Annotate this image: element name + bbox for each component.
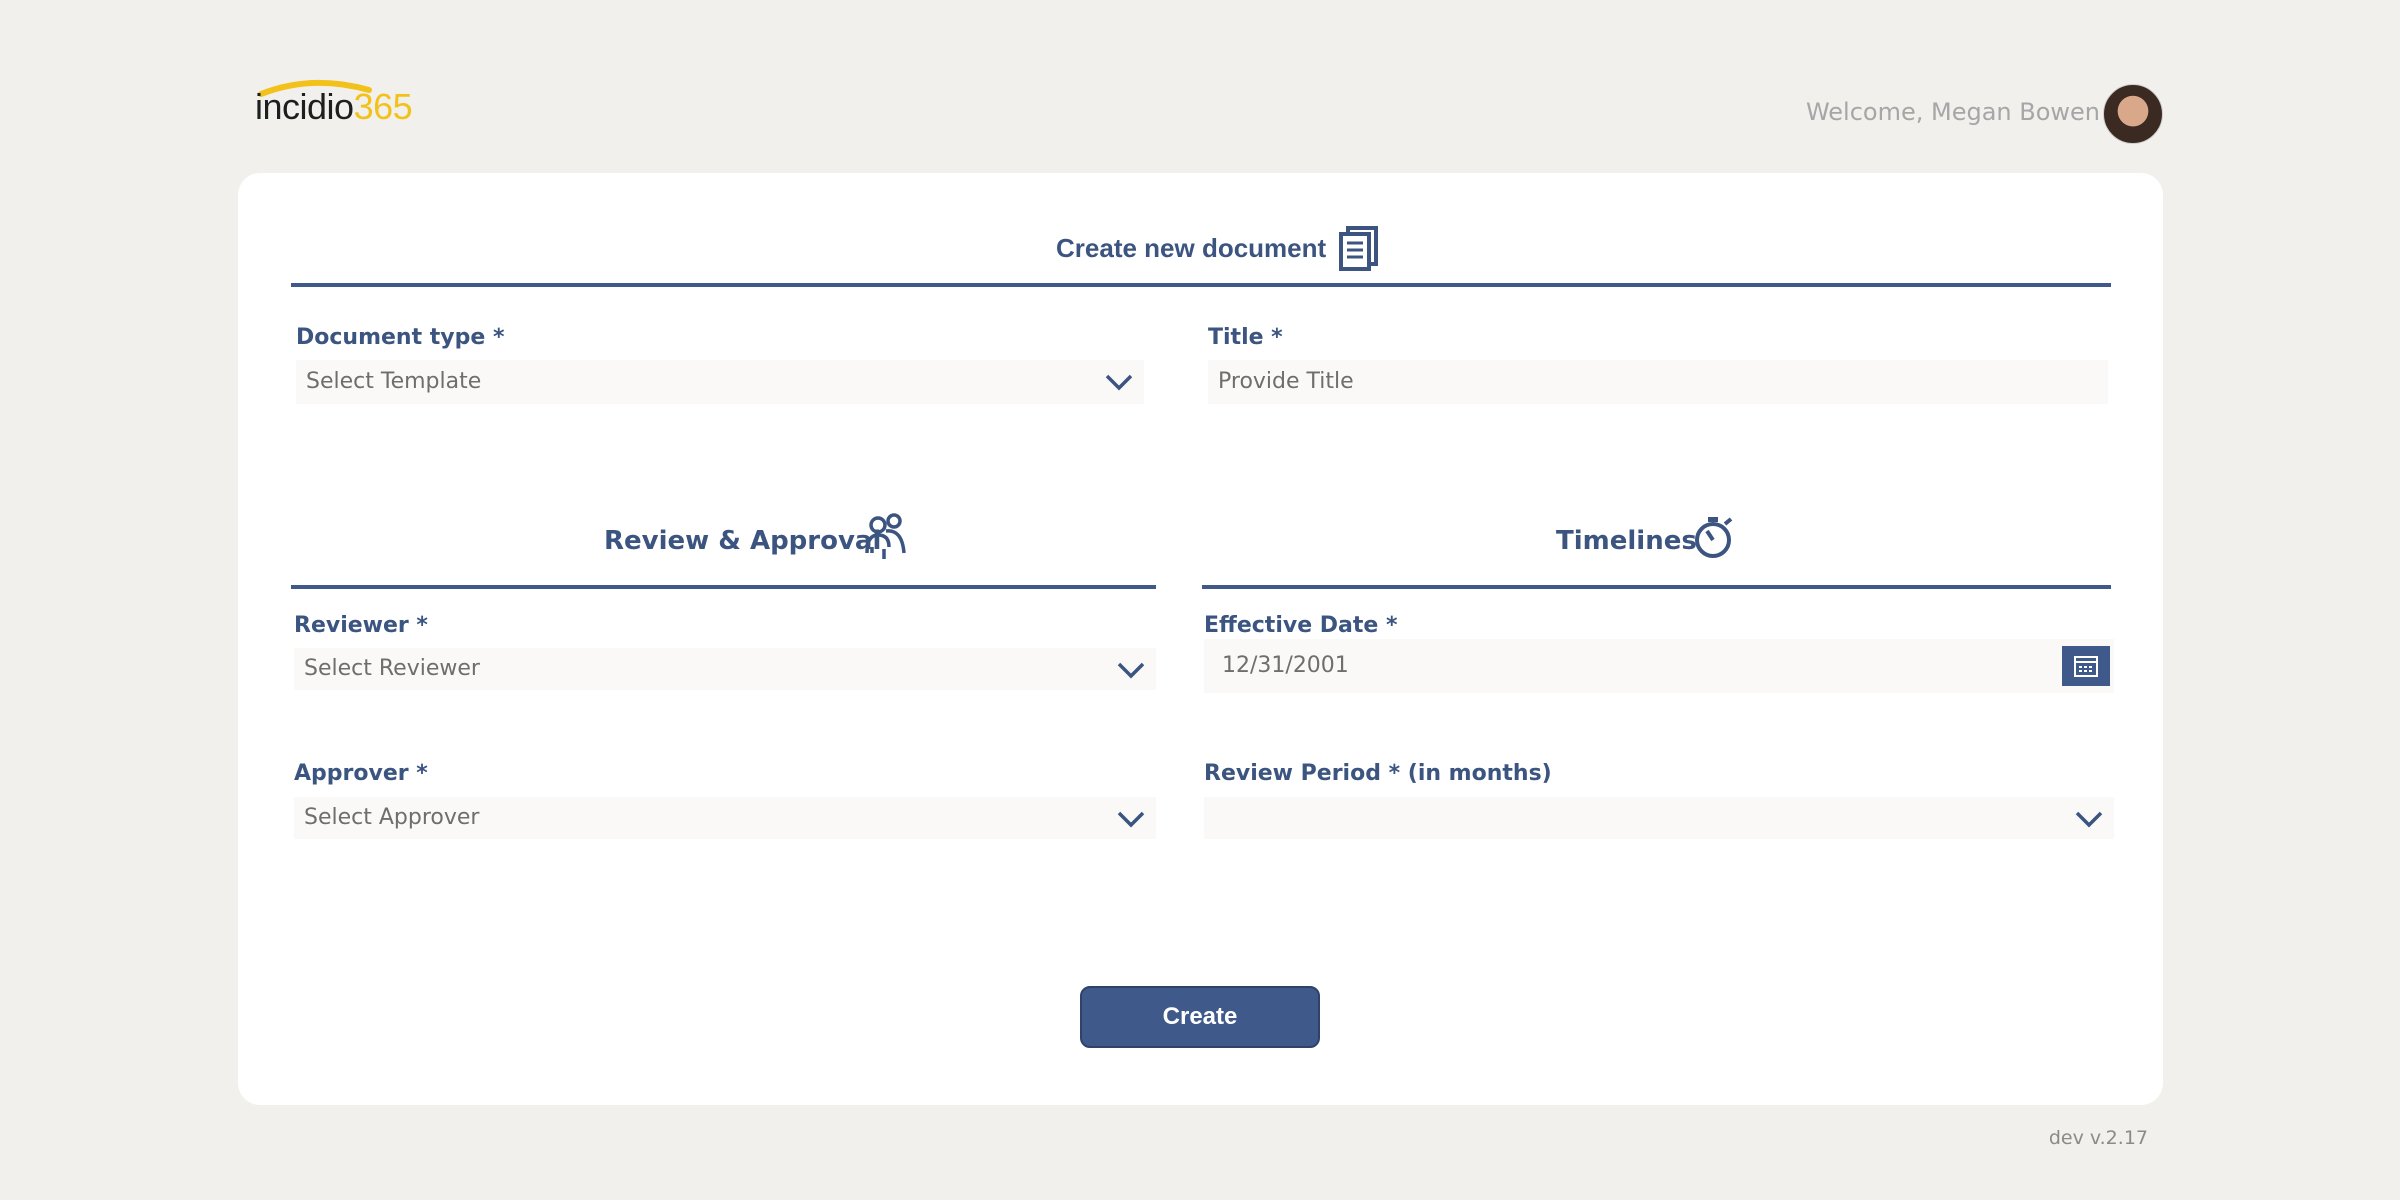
calendar-icon [2074,656,2098,677]
version-label: dev v.2.17 [2048,1127,2148,1149]
reviewer-dropdown[interactable]: Select Reviewer [294,648,1156,690]
logo-main-text: incidio [255,86,354,127]
reviewer-value: Select Reviewer [304,656,480,681]
document-type-label: Document type * [296,325,505,350]
effective-date-input[interactable]: 12/31/2001 [1204,639,2114,693]
welcome-text: Welcome, Megan Bowen [1805,98,2100,126]
approver-value: Select Approver [304,805,480,830]
effective-date-value: 12/31/2001 [1222,653,1349,678]
document-icon [1339,226,1378,271]
title-divider [291,283,2111,287]
chevron-down-icon [1105,374,1133,391]
timelines-heading: Timelines [1556,526,1697,556]
review-divider [291,585,1156,589]
logo-number-text: 365 [353,86,413,127]
chevron-down-icon [2075,811,2103,828]
title-input[interactable]: Provide Title [1208,360,2108,404]
title-input-placeholder: Provide Title [1218,369,1354,394]
page-title: Create new document [1056,233,1327,263]
review-period-dropdown[interactable] [1204,797,2114,839]
review-period-label: Review Period * (in months) [1204,761,1552,786]
logo-text: incidio365 [255,86,413,128]
document-type-dropdown[interactable]: Select Template [296,360,1144,404]
review-approval-heading: Review & Approval [604,526,882,556]
approver-label: Approver * [294,761,428,786]
document-type-value: Select Template [306,369,482,394]
avatar[interactable] [2103,84,2163,144]
calendar-button[interactable] [2062,646,2110,686]
timelines-divider [1202,585,2111,589]
chevron-down-icon [1117,662,1145,679]
effective-date-label: Effective Date * [1204,613,1398,638]
app-logo: incidio365 [255,79,415,130]
form-card: Create new document Document type * Sele… [238,173,2163,1105]
title-label: Title * [1208,325,1283,350]
create-button[interactable]: Create [1080,986,1320,1048]
timer-icon [1695,517,1733,558]
reviewer-label: Reviewer * [294,613,428,638]
people-icon [865,513,906,559]
approver-dropdown[interactable]: Select Approver [294,797,1156,839]
chevron-down-icon [1117,811,1145,828]
